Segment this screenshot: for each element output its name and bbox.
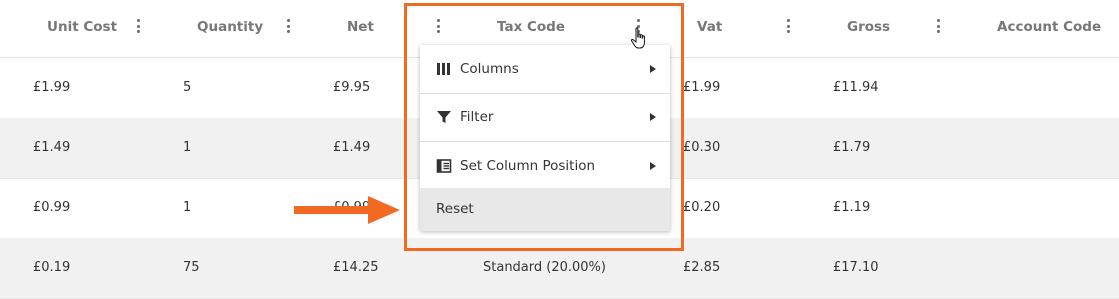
column-menu-icon[interactable] [784,19,792,37]
submenu-caret-icon [650,65,656,73]
cell-vat: £1.99 [683,80,721,95]
cell-net: £14.25 [333,260,379,275]
menu-item-reset[interactable]: Reset [420,188,670,231]
column-menu-icon[interactable] [134,19,142,37]
header-quantity[interactable]: Quantity [197,0,263,57]
cell-quantity: 5 [183,80,192,95]
cell-gross: £1.19 [833,200,871,215]
cell-net: £9.95 [333,80,371,95]
cell-vat: £2.85 [683,260,721,275]
cell-quantity: 75 [183,260,200,275]
cell-gross: £17.10 [833,260,879,275]
menu-item-columns[interactable]: Columns [420,45,670,94]
filter-icon [437,111,451,123]
column-menu-icon[interactable] [934,19,942,37]
column-position-icon [436,159,452,173]
cell-unit-cost: £0.99 [33,200,71,215]
cell-quantity: 1 [183,140,192,155]
header-net[interactable]: Net [347,0,374,57]
cell-unit-cost: £1.49 [33,140,71,155]
cell-unit-cost: £1.99 [33,80,71,95]
header-gross[interactable]: Gross [847,0,890,57]
menu-item-label: Set Column Position [460,158,596,174]
cell-gross: £11.94 [833,80,879,95]
cell-unit-cost: £0.19 [33,260,71,275]
menu-item-label: Columns [460,61,519,77]
cell-gross: £1.79 [833,140,871,155]
cell-vat: £0.20 [683,200,721,215]
submenu-caret-icon [650,113,656,121]
submenu-caret-icon [650,162,656,170]
menu-item-label: Filter [460,109,494,125]
header-vat[interactable]: Vat [697,0,722,57]
cell-quantity: 1 [183,200,192,215]
column-menu-icon[interactable] [284,19,292,37]
hand-cursor-icon [630,27,645,49]
menu-item-label: Reset [436,201,474,217]
annotation-arrow-icon [294,196,400,224]
columns-icon [437,63,450,75]
header-account-code[interactable]: Account Code [997,0,1101,57]
menu-item-set-column-position[interactable]: Set Column Position [420,142,670,191]
column-menu: Columns Filter Set Column Position Reset [420,45,670,231]
cell-vat: £0.30 [683,140,721,155]
header-unit-cost[interactable]: Unit Cost [47,0,117,57]
cell-net: £1.49 [333,140,371,155]
menu-item-filter[interactable]: Filter [420,93,670,142]
